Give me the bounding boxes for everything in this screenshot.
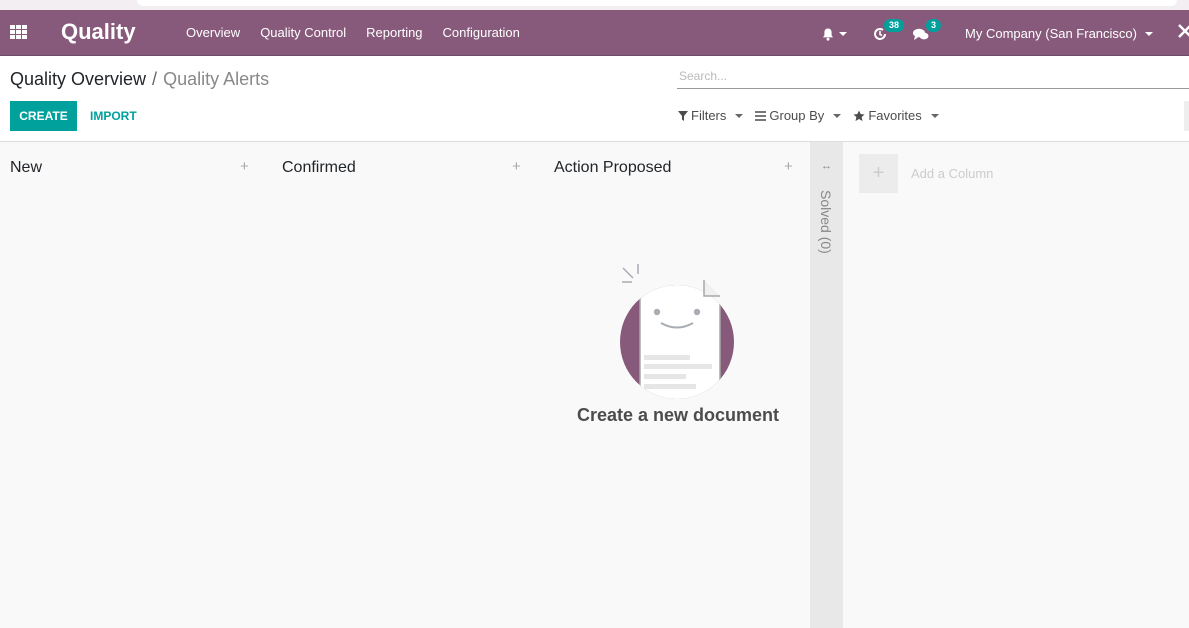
column-title: Confirmed — [282, 159, 356, 176]
notifications-button[interactable] — [822, 25, 848, 41]
caret-down-icon — [839, 32, 848, 37]
filters-dropdown[interactable]: Filters — [678, 108, 744, 123]
caret-down-icon — [1145, 32, 1153, 37]
quick-create-plus-icon[interactable]: + — [240, 158, 249, 175]
menu-quality-control[interactable]: Quality Control — [260, 25, 346, 40]
app-title: Quality — [61, 19, 136, 44]
caret-down-icon — [735, 113, 744, 118]
control-panel: Quality Overview / Quality Alerts CREATE I… — [0, 56, 1189, 142]
star-icon — [853, 110, 865, 121]
apps-grid-icon[interactable] — [10, 25, 28, 39]
filters-label: Filters — [691, 108, 727, 123]
caret-down-icon — [833, 113, 842, 118]
list-icon — [755, 110, 767, 121]
favorites-label: Favorites — [868, 108, 922, 123]
quick-create-plus-icon[interactable]: + — [512, 158, 521, 175]
add-column-label[interactable]: Add a Column — [911, 166, 993, 181]
messages-button[interactable]: 3 — [913, 19, 942, 40]
tools-icon — [1178, 23, 1189, 38]
menu-configuration[interactable]: Configuration — [443, 25, 520, 40]
search-options: Filters Group By Favorites — [678, 108, 939, 123]
column-title: New — [10, 159, 43, 176]
breadcrumb-parent[interactable]: Quality Overview — [10, 69, 146, 89]
group-by-dropdown[interactable]: Group By — [755, 108, 842, 123]
breadcrumb: Quality Overview / Quality Alerts — [10, 69, 269, 90]
kanban-column-new: New + — [0, 142, 272, 628]
favorites-dropdown[interactable]: Favorites — [853, 108, 939, 123]
messages-count-badge: 3 — [926, 19, 942, 33]
breadcrumb-separator: / — [152, 69, 158, 89]
browser-address-bar — [137, 0, 1177, 6]
column-title: Action Proposed — [554, 159, 672, 176]
help-title: Create a new document — [576, 405, 780, 425]
quick-create-plus-icon[interactable]: + — [784, 158, 793, 175]
group-by-label: Group By — [769, 108, 825, 123]
kanban-board: New + Confirmed + Action Proposed + ↔ So… — [0, 142, 1189, 628]
folded-column-label: Solved (0) — [818, 190, 834, 254]
breadcrumb-current: Quality Alerts — [163, 69, 270, 89]
navbar-systray: 38 3 My Company (San Francisco) — [822, 10, 1189, 56]
search-input[interactable] — [677, 64, 1189, 89]
add-column-button[interactable]: + — [859, 154, 898, 193]
plus-icon: + — [872, 162, 885, 184]
bell-icon — [823, 28, 834, 41]
create-button[interactable]: CREATE — [10, 101, 77, 131]
company-switcher[interactable]: My Company (San Francisco) — [965, 26, 1153, 41]
filter-icon — [678, 110, 688, 121]
view-switcher-edge — [1184, 101, 1189, 131]
activities-button[interactable]: 38 — [873, 19, 905, 41]
kanban-column-confirmed: Confirmed + — [272, 142, 544, 628]
caret-down-icon — [930, 113, 939, 118]
menu-reporting[interactable]: Reporting — [366, 25, 422, 40]
kanban-column-folded[interactable]: ↔ Solved (0) — [810, 142, 843, 628]
browser-top-strip — [0, 0, 1189, 10]
activity-count-badge: 38 — [884, 19, 905, 33]
import-button[interactable]: IMPORT — [90, 101, 137, 131]
company-name: My Company (San Francisco) — [965, 25, 1137, 41]
top-navbar: Quality Overview Quality Control Reporti… — [0, 10, 1189, 56]
debug-tools-button[interactable] — [1177, 23, 1189, 44]
smiling-document-icon — [620, 264, 734, 399]
menu-overview[interactable]: Overview — [186, 25, 240, 40]
unfold-arrows-icon: ↔ — [821, 160, 832, 172]
main-menu: Overview Quality Control Reporting Confi… — [186, 25, 540, 40]
